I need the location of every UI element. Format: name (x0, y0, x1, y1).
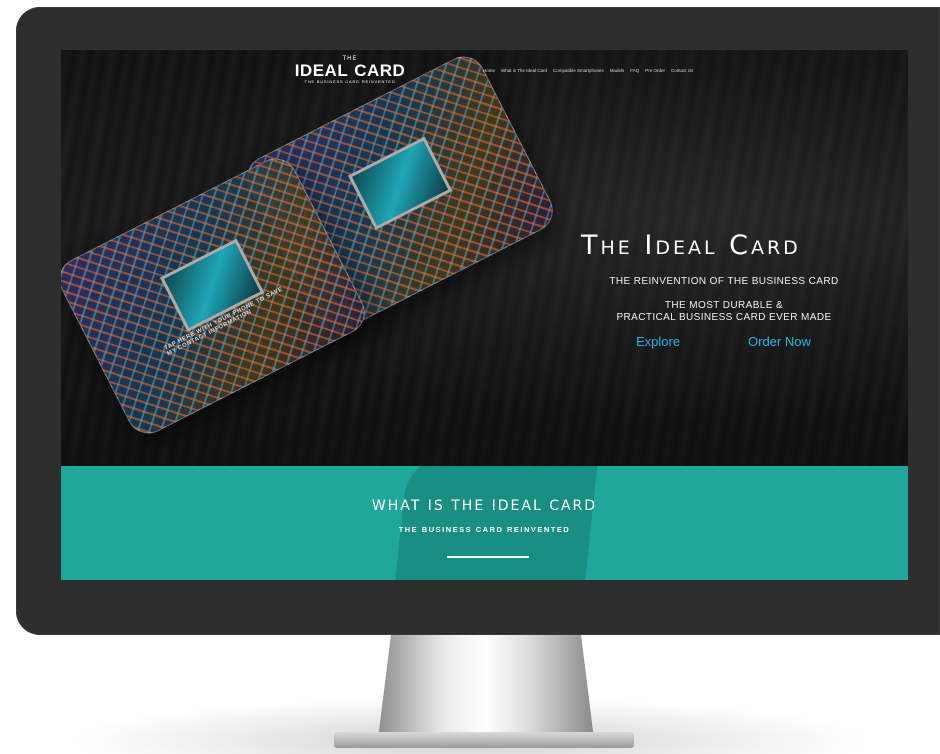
nav-compatible-smartphones[interactable]: Compatible Smartphones (553, 68, 604, 73)
section-divider (447, 556, 529, 558)
section-title: WHAT IS THE IDEAL CARD (371, 498, 598, 514)
explore-link[interactable]: Explore (636, 334, 680, 349)
nav-what-is[interactable]: What is The Ideal Card (501, 68, 547, 73)
website-screen: TAP HERE WITH YOUR PHONE TO SAVE MY CONT… (61, 50, 908, 580)
monitor-stand-base (334, 732, 634, 748)
site-logo[interactable]: THE IDEAL CARD THE BUSINESS CARD REINVEN… (294, 56, 406, 86)
nav-faq[interactable]: FAQ (630, 68, 639, 73)
hero-subtitle: THE REINVENTION OF THE BUSINESS CARD (609, 276, 839, 287)
nfc-chip-graphic (159, 238, 265, 332)
section-subtitle: THE BUSINESS CARD REINVENTED (398, 525, 571, 534)
logo-tagline: THE BUSINESS CARD REINVENTED (304, 79, 396, 84)
main-nav: Home What is The Ideal Card Compatible S… (483, 68, 693, 73)
nfc-chip-graphic (347, 136, 453, 230)
order-now-link[interactable]: Order Now (748, 334, 811, 349)
hero-title: The Ideal Card (581, 230, 801, 261)
nav-pre-order[interactable]: Pre Order (645, 68, 665, 73)
nav-models[interactable]: Models (610, 68, 625, 73)
what-is-section: WHAT IS THE IDEAL CARD THE BUSINESS CARD… (61, 466, 908, 580)
nav-home[interactable]: Home (483, 68, 495, 73)
nav-contact-us[interactable]: Contact Us (671, 68, 693, 73)
logo-left: IDEAL (294, 61, 349, 80)
hero-description-line1: THE MOST DURABLE & (664, 300, 784, 311)
monitor-stand-neck (378, 635, 594, 739)
logo-right: CARD (354, 61, 406, 80)
section-background-graphic (393, 466, 599, 580)
hero-section: TAP HERE WITH YOUR PHONE TO SAVE MY CONT… (61, 50, 908, 466)
hero-description-line2: PRACTICAL BUSINESS CARD EVER MADE (616, 312, 832, 323)
logo-wordmark: IDEAL CARD (294, 61, 406, 80)
